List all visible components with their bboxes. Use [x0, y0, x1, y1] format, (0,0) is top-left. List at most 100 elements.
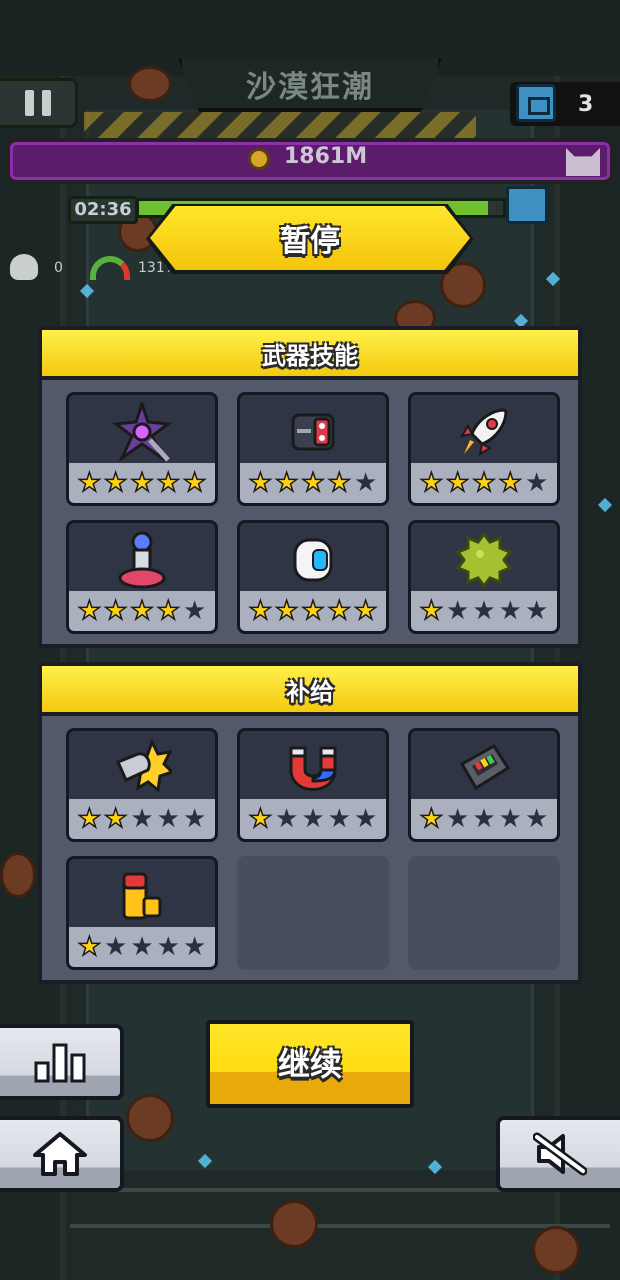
star-rating: ★ ★ ★ ★ ★ [69, 799, 215, 839]
star-filled-icon: ★ [103, 467, 128, 499]
stats-button[interactable] [0, 1024, 124, 1100]
star-rating: ★ ★ ★ ★ ★ [69, 463, 215, 503]
star-rating: ★ ★ ★ ★ ★ [240, 463, 386, 503]
star-empty-icon: ★ [275, 804, 299, 834]
mute-button[interactable] [496, 1116, 620, 1192]
home-button[interactable] [0, 1116, 124, 1192]
star-empty-icon: ★ [182, 804, 207, 834]
weapon-skills-title: 武器技能 [42, 330, 578, 380]
weapon-skill-card[interactable]: ★ ★ ★ ★ ★ [408, 392, 560, 506]
supply-title: 补给 [42, 666, 578, 716]
tesla-coil-icon [69, 523, 215, 597]
star-empty-icon: ★ [130, 804, 154, 834]
star-rating: ★ ★ ★ ★ ★ [411, 463, 557, 503]
durian-icon [411, 523, 557, 597]
star-filled-icon: ★ [103, 803, 128, 835]
star-rating: ★ ★ ★ ★ ★ [240, 799, 386, 839]
supply-panel: 补给 ★ ★ ★ ★ ★ ★ ★ ★ ★ ★ ★ ★ ★ ★ ★ ★ ★ ★ ★ ★ [38, 662, 582, 984]
pause-icon-bar [41, 90, 51, 116]
star-empty-icon: ★ [182, 596, 207, 626]
supply-card[interactable]: ★ ★ ★ ★ ★ [66, 856, 218, 970]
sound-muted-icon [533, 1132, 587, 1176]
drone-capsule-icon [240, 523, 386, 597]
timer: 02:36 [68, 196, 138, 224]
rocket-icon [411, 395, 557, 469]
star-filled-icon: ★ [301, 467, 326, 499]
progress-chest-icon [506, 186, 548, 224]
star-filled-icon: ★ [77, 931, 102, 963]
supply-empty-slot [408, 856, 560, 970]
chest-count: 3 [578, 92, 594, 117]
star-empty-icon: ★ [156, 804, 180, 834]
star-empty-icon: ★ [182, 932, 207, 962]
star-filled-icon: ★ [130, 467, 155, 499]
magnet-icon [240, 731, 386, 805]
star-filled-icon: ★ [327, 467, 352, 499]
kill-count: 0 [54, 260, 63, 276]
star-empty-icon: ★ [446, 804, 470, 834]
star-empty-icon: ★ [498, 804, 522, 834]
star-filled-icon: ★ [77, 467, 102, 499]
coin-icon [248, 148, 270, 170]
hazard-stripe [84, 112, 476, 138]
star-filled-icon: ★ [248, 595, 273, 627]
pause-button[interactable] [0, 78, 78, 128]
star-filled-icon: ★ [419, 467, 444, 499]
star-filled-icon: ★ [327, 595, 352, 627]
star-empty-icon: ★ [472, 804, 496, 834]
weapon-skill-card[interactable]: ★ ★ ★ ★ ★ [66, 520, 218, 634]
pause-icon [24, 90, 34, 116]
star-filled-icon: ★ [301, 595, 326, 627]
rock [126, 1094, 174, 1142]
rock [0, 852, 36, 898]
star-filled-icon: ★ [419, 595, 444, 627]
robot-head-icon [240, 395, 386, 469]
chest-icon [516, 84, 556, 122]
star-filled-icon: ★ [156, 595, 181, 627]
star-filled-icon: ★ [248, 803, 273, 835]
star-filled-icon: ★ [274, 467, 299, 499]
battery-cell-icon [69, 859, 215, 933]
star-empty-icon: ★ [446, 596, 470, 626]
rock [128, 66, 172, 102]
star-filled-icon: ★ [498, 467, 523, 499]
star-empty-icon: ★ [524, 468, 549, 498]
star-filled-icon: ★ [353, 595, 378, 627]
pause-title: 暂停 [280, 224, 340, 259]
star-rating: ★ ★ ★ ★ ★ [411, 799, 557, 839]
skull-icon [10, 254, 38, 280]
star-empty-icon: ★ [301, 804, 325, 834]
star-filled-icon: ★ [419, 803, 444, 835]
star-empty-icon: ★ [104, 932, 128, 962]
star-rating: ★ ★ ★ ★ ★ [240, 591, 386, 631]
star-filled-icon: ★ [274, 595, 299, 627]
stage-title: 沙漠狂潮 [246, 70, 374, 105]
weapon-skills-panel: 武器技能 ★ ★ ★ ★ ★ ★ ★ ★ ★ ★ ★ ★ ★ ★ ★ ★ ★ ★ ★ ★ ★ ★ ★ ★ ★ ★ ★ ★ ★ ★ [38, 326, 582, 648]
weapon-skill-card[interactable]: ★ ★ ★ ★ ★ [237, 520, 389, 634]
star-filled-icon: ★ [103, 595, 128, 627]
star-filled-icon: ★ [182, 467, 207, 499]
star-empty-icon: ★ [353, 804, 378, 834]
weapon-skill-card[interactable]: ★ ★ ★ ★ ★ [66, 392, 218, 506]
battery-pack-icon [411, 731, 557, 805]
star-rating: ★ ★ ★ ★ ★ [411, 591, 557, 631]
supply-card[interactable]: ★ ★ ★ ★ ★ [66, 728, 218, 842]
star-empty-icon: ★ [498, 596, 522, 626]
star-empty-icon: ★ [524, 596, 549, 626]
star-filled-icon: ★ [77, 803, 102, 835]
star-rating: ★ ★ ★ ★ ★ [69, 591, 215, 631]
rock [270, 1200, 318, 1248]
boss-value: 1861M [284, 144, 368, 169]
supply-card[interactable]: ★ ★ ★ ★ ★ [408, 728, 560, 842]
star-filled-icon: ★ [77, 595, 102, 627]
supply-card[interactable]: ★ ★ ★ ★ ★ [237, 728, 389, 842]
continue-button[interactable]: 继续 [206, 1020, 414, 1108]
star-rating: ★ ★ ★ ★ ★ [69, 927, 215, 967]
bullet-blast-icon [69, 731, 215, 805]
weapon-skill-card[interactable]: ★ ★ ★ ★ ★ [237, 392, 389, 506]
star-empty-icon: ★ [327, 804, 351, 834]
star-empty-icon: ★ [524, 804, 549, 834]
weapon-skill-card[interactable]: ★ ★ ★ ★ ★ [408, 520, 560, 634]
spiked-shuriken-icon [69, 395, 215, 469]
star-filled-icon: ★ [130, 595, 155, 627]
